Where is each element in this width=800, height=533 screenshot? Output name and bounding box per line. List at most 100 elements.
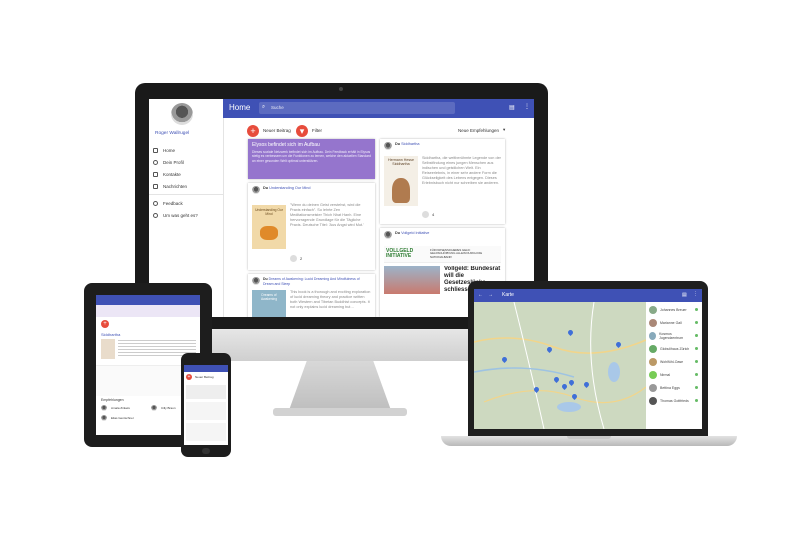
contact-name: Elias Gentschner: [111, 416, 134, 420]
phone-device: + Neuer Beitrag: [181, 353, 231, 457]
messages-icon: [153, 183, 158, 189]
phone-screen: + Neuer Beitrag: [184, 365, 228, 445]
post-card[interactable]: Du Understanding Our Mind Understanding …: [248, 183, 375, 270]
contact-name: Nirmal: [660, 372, 671, 377]
tablet-app-bar: [96, 295, 200, 305]
like-count: 2: [300, 256, 303, 261]
post-topic[interactable]: Siddhartha: [401, 142, 419, 146]
status-dot: [695, 399, 698, 402]
sidebar-item-messages[interactable]: Nachrichten: [149, 180, 223, 192]
contact-name: Amala Zinkels: [111, 406, 130, 410]
list-item[interactable]: Bettina Eggs: [646, 381, 702, 394]
avatar: [649, 383, 657, 392]
notice-title: Elysos befindet sich im Aufbau: [252, 142, 320, 148]
avatar: [151, 405, 157, 411]
list-item[interactable]: Johannes Breuer: [646, 303, 702, 316]
contact-name: Marianne Gall: [660, 320, 682, 325]
sidebar-divider: [149, 194, 223, 195]
post-text: This book is a thorough and exciting exp…: [290, 290, 371, 309]
sidebar-item-feedback[interactable]: Feedback: [149, 197, 223, 209]
avatar: [101, 415, 107, 421]
like-icon[interactable]: [290, 255, 297, 262]
chat-icon[interactable]: ▤: [682, 292, 687, 298]
list-item[interactable]: Thomas Gottfrieds: [646, 394, 702, 407]
avatar: [384, 142, 392, 150]
forward-arrow-icon[interactable]: →: [488, 292, 493, 298]
new-post-label[interactable]: Neuer Beitrag: [263, 128, 291, 133]
profile-icon: [153, 159, 158, 165]
post-text: "Wenn du deinen Geist verstehst, wird di…: [290, 203, 364, 227]
avatar: [252, 277, 260, 285]
contact-name: Johannes Breuer: [660, 307, 687, 312]
avatar: [649, 344, 657, 353]
post-topic[interactable]: Understanding Our Mind: [269, 186, 310, 190]
post-card[interactable]: Du Siddhartha Hermann Hesse Siddhartha S…: [380, 139, 505, 224]
sidebar-item-label: Um was geht es?: [163, 212, 198, 218]
chevron-down-icon[interactable]: ▾: [503, 127, 505, 133]
status-dot: [695, 373, 698, 376]
list-item[interactable]: Kosmos Jugendzentrum: [646, 329, 702, 342]
oranges-image: [260, 226, 278, 240]
tablet-contact[interactable]: Amala Zinkels: [101, 405, 130, 411]
book-cover: Understanding Our Mind: [252, 205, 286, 249]
user-avatar[interactable]: [171, 103, 193, 125]
more-vert-icon[interactable]: ⋮: [524, 103, 530, 110]
status-dot: [695, 308, 698, 311]
phone-header[interactable]: Neuer Beitrag: [195, 375, 214, 379]
feedback-icon: [153, 200, 158, 206]
avatar: [649, 357, 657, 366]
user-name[interactable]: Roger Wallrugel: [155, 131, 189, 136]
home-button: [202, 448, 210, 454]
new-post-button[interactable]: +: [247, 125, 259, 137]
laptop-device: ← → Karte ▤ ⋮ Johannes Breuer Marianne G…: [468, 281, 708, 436]
phone-post: [186, 402, 226, 420]
more-vert-icon[interactable]: ⋮: [693, 291, 698, 297]
banner-subtitle: FÜR KRISENSICHERES GELD: GELDSCHÖPFUNG A…: [430, 248, 483, 259]
tablet-title: Siddhartha: [101, 332, 121, 337]
tablet-contact[interactable]: Elias Gentschner: [101, 415, 134, 421]
post-topic[interactable]: Vollgeld Initiative: [401, 231, 429, 235]
post-author: Du: [395, 142, 401, 146]
buddha-statue-image: [392, 178, 410, 203]
like-icon[interactable]: [422, 211, 429, 218]
tablet-section: Empfehlungen: [101, 398, 124, 402]
contacts-icon: [153, 171, 158, 177]
list-item[interactable]: Wohlfühl-Oase: [646, 355, 702, 368]
filter-label[interactable]: Filter: [312, 128, 322, 133]
sidebar-item-contacts[interactable]: Kontakte: [149, 168, 223, 180]
map-view[interactable]: [474, 302, 646, 429]
phone-add-button[interactable]: +: [186, 374, 192, 380]
app-bar: Home ⌕ Suche ▤ ⋮: [223, 99, 534, 118]
banner-title: VOLLGELD INITIATIVE: [386, 248, 414, 259]
list-item[interactable]: Globulihaus Zürich: [646, 342, 702, 355]
post-author: Du: [263, 186, 269, 190]
back-arrow-icon[interactable]: ←: [478, 292, 483, 298]
monitor-stand: [288, 361, 392, 413]
tablet-book-cover: [101, 339, 115, 359]
status-dot: [695, 347, 698, 350]
tablet-add-button[interactable]: +: [101, 320, 109, 328]
sort-select[interactable]: Neue Empfehlungen: [458, 128, 499, 133]
sidebar-item-about[interactable]: Um was geht es?: [149, 209, 223, 221]
avatar: [252, 186, 260, 194]
contact-name: Cilly Braun: [161, 406, 176, 410]
home-icon: [153, 147, 158, 153]
post-card[interactable]: Du Dreams of Awakening: Lucid Dreaming A…: [248, 274, 375, 317]
list-item[interactable]: Nirmal: [646, 368, 702, 381]
contact-list: Johannes Breuer Marianne Gall Kosmos Jug…: [646, 303, 702, 407]
tablet-contact[interactable]: Cilly Braun: [151, 405, 176, 411]
avatar: [649, 318, 657, 327]
contact-name: Thomas Gottfrieds: [660, 398, 689, 403]
list-item[interactable]: Marianne Gall: [646, 316, 702, 329]
phone-app-bar: [184, 365, 228, 372]
sidebar-item-label: Dein Profil: [163, 159, 184, 165]
filter-button[interactable]: ▾: [296, 125, 308, 137]
book-cover: Dreams of Awakening: [252, 290, 286, 317]
post-topic[interactable]: Dreams of Awakening: Lucid Dreaming And …: [263, 277, 360, 286]
chat-icon[interactable]: ▤: [509, 104, 515, 111]
post-text: Siddhartha, die weltberühmte Legende von…: [422, 156, 501, 185]
sidebar-item-home[interactable]: Home: [149, 144, 223, 156]
sidebar-item-profile[interactable]: Dein Profil: [149, 156, 223, 168]
search-input[interactable]: ⌕ Suche: [259, 102, 455, 114]
status-dot: [695, 360, 698, 363]
